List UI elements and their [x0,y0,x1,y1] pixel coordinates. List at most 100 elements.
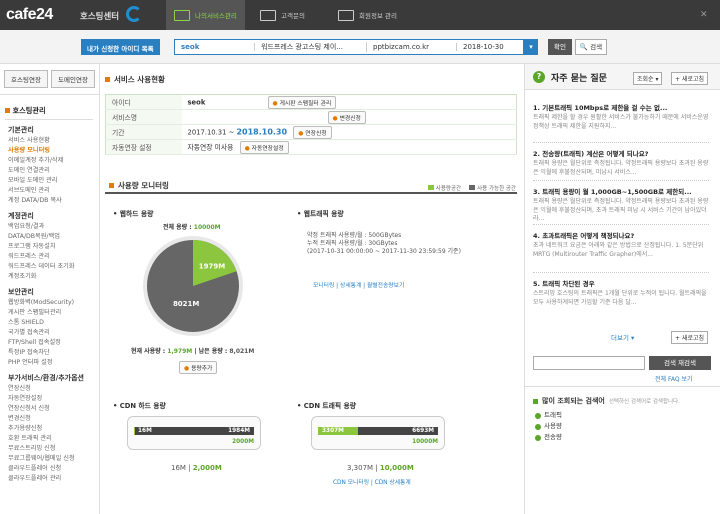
cdn-traffic-bar: 3307M 6693M [318,427,438,435]
sidebar-item[interactable]: 연장신청 [8,384,99,394]
plus-icon [535,423,541,430]
sidebar-item[interactable]: FTP/Shell 접속설정 [8,338,99,348]
right-panel: ? 자주 묻는 질문 조회순 ▾ + 새로고침 1. 기본트래픽 10Mbps로… [524,64,720,514]
keyword-item[interactable]: 사용량 [535,421,562,432]
sidebar-item[interactable]: 워드프레스 관리 [8,252,99,262]
web-disk-title-label: 웹하드 용량 [119,210,154,218]
change-request-button[interactable]: 변경신청 [327,110,366,124]
stats-link[interactable]: 상세통계 [340,283,361,289]
sidebar-item[interactable]: 무료스트리밍 신청 [8,444,99,454]
service-status-table: 아이디 seok 게시판 스팸필터 관리 서비스명 변경신청 기간 2017.1… [105,94,517,155]
cdn-traffic-used-label: 3307M [322,428,344,434]
cdn-traffic-total-text: 10,000M [379,464,414,472]
cdn-traffic-title: • CDN 트래픽 용량 [297,402,357,410]
sidebar-item[interactable]: 무료그룹웨어/웹메일 신청 [8,454,99,464]
web-traffic-title: • 웹트래픽 용량 [297,210,344,218]
faq-sort-select[interactable]: 조회순 ▾ [633,72,663,85]
faq-refresh-button-2[interactable]: + 새로고침 [671,331,709,344]
divider [533,180,709,181]
sidebar-item[interactable]: 클라우드플레어 신청 [8,464,99,474]
close-icon[interactable]: ✕ [700,10,708,20]
tab-my-service[interactable]: 나의서비스관리 [166,0,245,30]
sidebar-item[interactable]: 계정 DATA/DB 복사 [8,196,99,206]
spam-filter-button[interactable]: 게시판 스팸필터 관리 [267,95,337,109]
auto-extend-button[interactable]: 자동연장설정 [239,140,289,154]
faq-answer: 초과 네트워크 요금은 아래와 같은 방법으로 산정됩니다. 1. 5분단위 M… [533,242,704,258]
keyword-item[interactable]: 전송량 [535,432,562,443]
monitoring-link[interactable]: 모니터링 [313,283,334,289]
sidebar-item[interactable]: 국가별 접속관리 [8,328,99,338]
tab-label: 고객문의 [281,12,305,20]
confirm-button[interactable]: 확인 [548,39,572,55]
popular-header: 많이 조회되는 검색어 선택하신 검색어로 검색합니다. [533,396,680,406]
cafe24-logo[interactable]: cafe24 [6,6,53,24]
chevron-down-icon[interactable]: ▾ [524,39,538,55]
faq-more-link[interactable]: 더보기 ▾ [611,332,634,342]
sidebar-item[interactable]: 서비스 사용현황 [8,136,99,146]
search-button[interactable]: 🔍 검색 [575,39,607,55]
legend-used-label: 사용량공간 [435,186,462,192]
sidebar-item[interactable]: 변경신청 [8,414,99,424]
sidebar-item[interactable]: 계정초기화 [8,272,99,282]
web-disk-pie-chart: 1979M 8021M [143,236,243,336]
web-traffic-title-label: 웹트래픽 용량 [303,210,344,218]
cdn-disk-title: • CDN 하드 용량 [113,402,166,410]
cdn-disk-used-fill [134,427,135,435]
faq-item[interactable]: 1. 기본트래픽 10Mbps로 제한을 걸 수는 없... 트래픽 제한을 할 … [533,102,709,131]
tab-customer-inquiry[interactable]: 고객문의 [252,0,313,30]
divider [533,142,709,143]
monthly-transfer-link[interactable]: 월별전송량보기 [367,283,404,289]
sidebar-item[interactable]: 클라우드플레어 관리 [8,474,99,484]
web-disk-usage-summary: 현재 사용량 : 1,979M | 남은 용량 : 8,021M [131,348,255,355]
faq-question: 2. 전송량(트래픽) 계산은 어떻게 되나요? [533,150,649,158]
current-value: 1,979M [167,348,193,355]
faq-refresh-button[interactable]: + 새로고침 [671,72,709,85]
sidebar-item[interactable]: 프로그램 자동설치 [8,242,99,252]
faq-item[interactable]: 4. 초과트래픽은 어떻게 책정되나요? 초과 네트워크 요금은 아래와 같은 방… [533,230,709,259]
cdn-monitoring-link[interactable]: CDN 모니터링 [333,480,369,486]
domain-extend-tab[interactable]: 도메인연장 [51,70,95,88]
remain-value: 8,021M [229,348,255,355]
legend-used: 사용량공간 [427,184,462,192]
sidebar-item[interactable]: 게시판 스팸필터관리 [8,308,99,318]
monitor-icon [174,9,190,21]
traffic-period: (2017-10-31 00:00:00 ~ 2017-11-30 23:59:… [307,248,461,255]
sidebar-item[interactable]: 특정IP 접속차단 [8,348,99,358]
sidebar-item[interactable]: DATA/DB복원/백업 [8,232,99,242]
sidebar-item[interactable]: 이메일계정 추가/삭제 [8,156,99,166]
id-list-label: 내가 신청한 아이디 목록 [81,39,160,55]
sidebar-item[interactable]: 추가용량신청 [8,424,99,434]
divider [533,272,709,273]
sidebar-item[interactable]: 호환 트래픽 관리 [8,434,99,444]
sidebar-item[interactable]: 스톰 SHIELD [8,318,99,328]
faq-refresh-label: 새로고침 [681,76,705,83]
sidebar-item[interactable]: 연장신청서 신청 [8,404,99,414]
extend-request-button[interactable]: 연장신청 [293,125,332,139]
faq-item[interactable]: 2. 전송량(트래픽) 계산은 어떻게 되나요? 트래픽 용량은 월단위로 측정됩… [533,148,709,177]
sidebar-item[interactable]: 백업요청/결과 [8,222,99,232]
sidebar-item[interactable]: 자동연장설정 [8,394,99,404]
sidebar-item[interactable]: 워드프레스 데이터 초기화 [8,262,99,272]
total-value: 10000M [193,224,221,231]
sidebar-item[interactable]: 서브도메인 관리 [8,186,99,196]
faq-item[interactable]: 3. 트래픽 용량이 월 1,000GB~1,500GB로 제한되... 트래픽 … [533,186,709,224]
sidebar-item[interactable]: 도메인 연결관리 [8,166,99,176]
divider [533,224,709,225]
sidebar-item[interactable]: 모바일 도메인 관리 [8,176,99,186]
faq-all-link[interactable]: 전체 FAQ 보기 [655,374,693,383]
tab-member-info[interactable]: 회원정보 관리 [330,0,405,30]
cdn-disk-used-label: 16M [138,428,152,434]
sidebar-item[interactable]: PHP 언터파 설정 [8,358,99,368]
keyword-item[interactable]: 트래픽 [535,410,562,421]
add-storage-button[interactable]: 용량추가 [179,361,218,374]
faq-search-button[interactable]: 검색 재검색 [649,356,711,370]
cdn-stats-link[interactable]: CDN 상세통계 [375,480,411,486]
faq-search-input[interactable] [533,356,645,370]
sidebar-item[interactable]: 웹방화벽(ModSecurity) [8,298,99,308]
faq-sort-value: 조회순 [637,76,654,83]
sidebar-item-active[interactable]: 사용량 모니터링 [8,146,99,156]
id-select-field[interactable]: seok 워드프레스 광고스팅 제이... pptbizcam.co.kr 20… [174,39,524,55]
faq-more-label: 더보기 [611,334,629,342]
hosting-extend-tab[interactable]: 호스팅연장 [4,70,48,88]
faq-item[interactable]: 5. 트래픽 차단된 경우 스트리밍 호스팅의 트래픽은 1개월 단위로 누적이 … [533,278,709,307]
